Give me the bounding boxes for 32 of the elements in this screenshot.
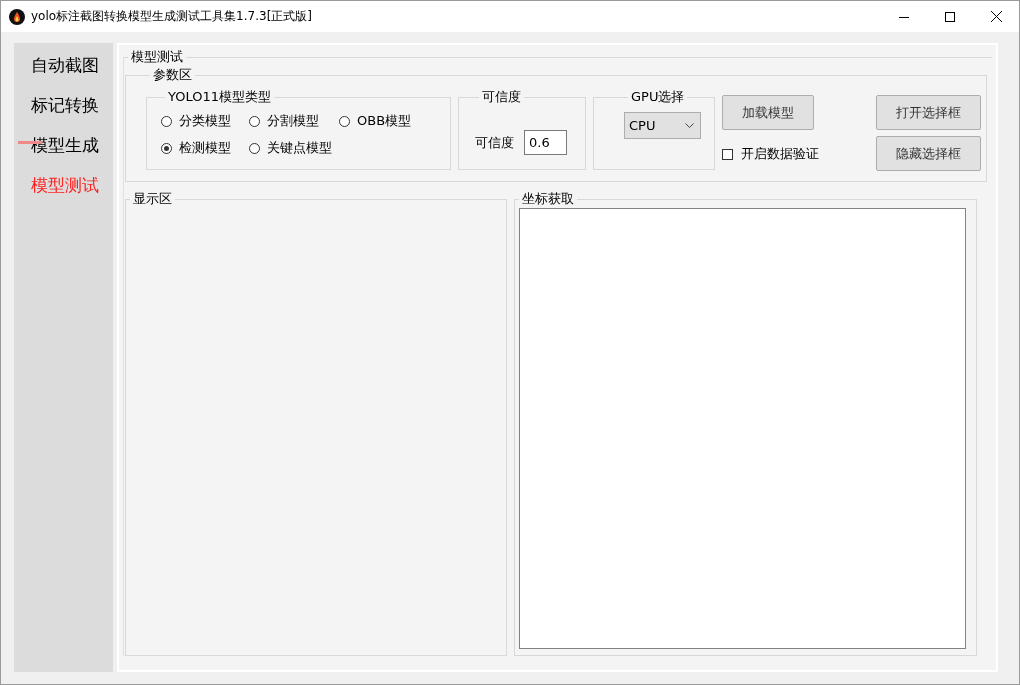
close-icon	[990, 11, 1002, 22]
maximize-icon	[945, 11, 955, 22]
radio-option[interactable]: 分割模型	[249, 112, 339, 130]
validation-checkbox[interactable]: 开启数据验证	[722, 145, 819, 163]
group-title: 模型测试	[130, 48, 184, 66]
hide-box-button[interactable]: 隐藏选择框	[876, 136, 981, 171]
group-title: 坐标获取	[521, 190, 575, 208]
group-title: GPU选择	[630, 88, 686, 106]
window-title: yolo标注截图转换模型生成测试工具集1.7.3[正式版]	[31, 8, 313, 25]
radio-option[interactable]: OBB模型	[339, 112, 450, 130]
checkbox-label: 开启数据验证	[741, 145, 819, 163]
radio-option[interactable]: 检测模型	[161, 139, 249, 157]
open-box-button[interactable]: 打开选择框	[876, 95, 981, 130]
radio-label: 关键点模型	[267, 139, 332, 157]
group-title: 参数区	[152, 66, 193, 84]
radio-label: 分类模型	[179, 112, 231, 130]
device-dropdown[interactable]: CPU	[624, 112, 701, 139]
confidence-input[interactable]: 0.6	[524, 130, 567, 155]
group-title: 可信度	[481, 88, 522, 106]
sidebar-item[interactable]: 自动截图	[14, 45, 113, 85]
group-title: YOLO11模型类型	[167, 88, 273, 106]
radio-label: 检测模型	[179, 139, 231, 157]
sidebar-item[interactable]: 标记转换	[14, 85, 113, 125]
field-label: 可信度	[475, 133, 514, 152]
radio-label: OBB模型	[357, 112, 412, 130]
radio-label: 分割模型	[267, 112, 319, 130]
load-model-button[interactable]: 加载模型	[722, 95, 814, 130]
chevron-down-icon	[685, 122, 694, 129]
app-logo-icon	[9, 8, 25, 25]
radio-option[interactable]: 分类模型	[161, 112, 249, 130]
radio-option[interactable]: 关键点模型	[249, 139, 339, 157]
group-title: 显示区	[132, 190, 173, 208]
